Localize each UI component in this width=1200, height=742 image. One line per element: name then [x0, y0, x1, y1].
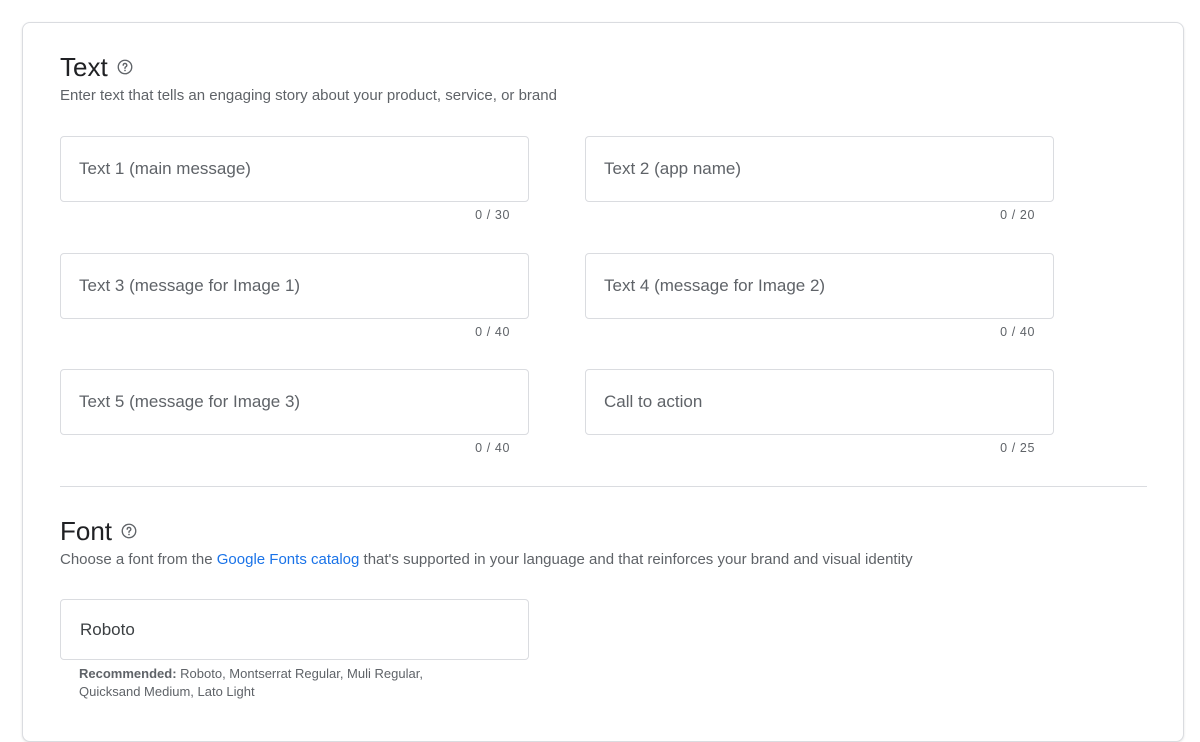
- text-section-title: Text: [60, 52, 134, 82]
- text-2-counter: 0 / 20: [1000, 208, 1035, 222]
- call-to-action-counter: 0 / 25: [1000, 441, 1035, 455]
- text-4-input[interactable]: [604, 254, 1034, 318]
- help-circle-icon[interactable]: [116, 58, 134, 76]
- google-fonts-catalog-link[interactable]: Google Fonts catalog: [217, 551, 360, 568]
- text-3-input[interactable]: [79, 254, 509, 318]
- font-description-suffix: that's supported in your language and th…: [359, 551, 913, 568]
- text-1-field[interactable]: [60, 136, 529, 202]
- font-input[interactable]: [80, 600, 500, 659]
- text-section-description: Enter text that tells an engaging story …: [60, 87, 557, 104]
- font-description-prefix: Choose a font from the: [60, 551, 217, 568]
- font-section-description: Choose a font from the Google Fonts cata…: [60, 551, 913, 568]
- help-circle-icon[interactable]: [120, 522, 138, 540]
- font-section-heading: Font: [60, 516, 113, 546]
- font-section-title: Font: [60, 516, 138, 546]
- text-1-counter: 0 / 30: [475, 208, 510, 222]
- call-to-action-field[interactable]: [585, 369, 1054, 435]
- recommended-label: Recommended:: [79, 666, 177, 681]
- text-section-heading: Text: [60, 52, 108, 82]
- text-4-field[interactable]: [585, 253, 1054, 319]
- text-5-counter: 0 / 40: [475, 441, 510, 455]
- text-3-counter: 0 / 40: [475, 325, 510, 339]
- text-1-input[interactable]: [79, 137, 509, 201]
- text-4-counter: 0 / 40: [1000, 325, 1035, 339]
- text-5-input[interactable]: [79, 370, 509, 434]
- section-divider: [60, 486, 1147, 487]
- text-3-field[interactable]: [60, 253, 529, 319]
- text-5-field[interactable]: [60, 369, 529, 435]
- font-field[interactable]: [60, 599, 529, 660]
- text-2-input[interactable]: [604, 137, 1034, 201]
- call-to-action-input[interactable]: [604, 370, 1034, 434]
- text-2-field[interactable]: [585, 136, 1054, 202]
- font-recommendation-hint: Recommended: Roboto, Montserrat Regular,…: [79, 665, 479, 701]
